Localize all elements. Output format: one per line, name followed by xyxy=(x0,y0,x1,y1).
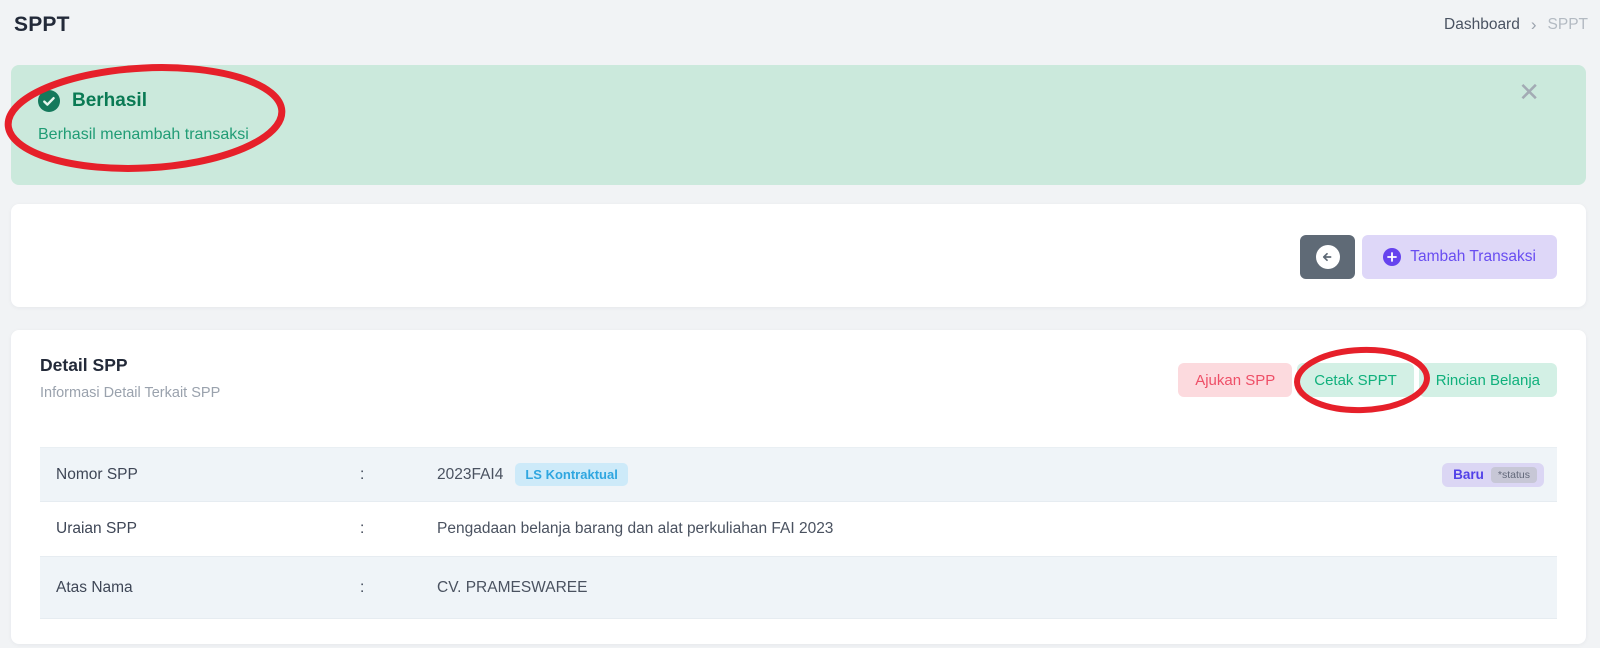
section-subtitle: Informasi Detail Terkait SPP xyxy=(40,385,220,401)
detail-titles: Detail SPP Informasi Detail Terkait SPP xyxy=(40,355,220,401)
back-button[interactable] xyxy=(1300,235,1355,279)
page: SPPT Dashboard › SPPT Berhasil Berhasil … xyxy=(0,0,1600,648)
detail-card: Detail SPP Informasi Detail Terkait SPP … xyxy=(11,330,1586,644)
plus-circle-icon xyxy=(1383,248,1401,266)
row-value: CV. PRAMESWAREE xyxy=(437,579,1557,597)
row-separator: : xyxy=(360,466,437,484)
success-alert: Berhasil Berhasil menambah transaksi ✕ xyxy=(11,65,1586,185)
row-label: Uraian SPP xyxy=(56,520,360,538)
cetak-sppt-button[interactable]: Cetak SPPT xyxy=(1297,363,1414,397)
detail-header: Detail SPP Informasi Detail Terkait SPP … xyxy=(11,330,1586,401)
status-badge-label: Baru xyxy=(1453,467,1484,482)
arrow-left-icon xyxy=(1316,245,1340,269)
detail-table: Nomor SPP : 2023FAI4 LS Kontraktual Baru… xyxy=(40,447,1557,619)
breadcrumb: Dashboard › SPPT xyxy=(1444,15,1588,35)
row-value: 2023FAI4 LS Kontraktual Baru *status xyxy=(437,463,1557,487)
page-title: SPPT xyxy=(14,13,70,37)
row-separator: : xyxy=(360,579,437,597)
status-badge: Baru *status xyxy=(1442,463,1544,487)
table-row: Nomor SPP : 2023FAI4 LS Kontraktual Baru… xyxy=(40,447,1557,502)
check-circle-icon xyxy=(38,90,60,112)
section-title: Detail SPP xyxy=(40,355,220,376)
row-separator: : xyxy=(360,520,437,538)
breadcrumb-current: SPPT xyxy=(1548,16,1588,34)
row-value-text: Pengadaan belanja barang dan alat perkul… xyxy=(437,520,833,538)
row-value-text: 2023FAI4 xyxy=(437,466,503,484)
status-badge-note: *status xyxy=(1491,467,1537,483)
ls-kontraktual-badge: LS Kontraktual xyxy=(515,463,627,486)
row-label: Nomor SPP xyxy=(56,466,360,484)
add-transaction-button[interactable]: Tambah Transaksi xyxy=(1362,235,1557,279)
table-row: Uraian SPP : Pengadaan belanja barang da… xyxy=(40,502,1557,557)
row-label: Atas Nama xyxy=(56,579,360,597)
add-transaction-label: Tambah Transaksi xyxy=(1410,248,1536,266)
alert-message: Berhasil menambah transaksi xyxy=(11,126,1586,144)
alert-header: Berhasil xyxy=(11,65,1586,112)
table-row: Atas Nama : CV. PRAMESWAREE xyxy=(40,557,1557,619)
chevron-right-icon: › xyxy=(1531,15,1537,35)
rincian-belanja-button[interactable]: Rincian Belanja xyxy=(1419,363,1557,397)
alert-title: Berhasil xyxy=(72,90,147,112)
row-value: Pengadaan belanja barang dan alat perkul… xyxy=(437,520,1557,538)
toolbar-buttons: Tambah Transaksi xyxy=(1300,235,1557,279)
breadcrumb-dashboard[interactable]: Dashboard xyxy=(1444,16,1520,34)
toolbar-card: Tambah Transaksi xyxy=(11,204,1586,307)
row-value-text: CV. PRAMESWAREE xyxy=(437,579,587,597)
close-icon[interactable]: ✕ xyxy=(1518,79,1540,105)
detail-actions: Ajukan SPP Cetak SPPT Rincian Belanja xyxy=(1178,363,1557,397)
ajukan-spp-button[interactable]: Ajukan SPP xyxy=(1178,363,1292,397)
page-header: SPPT Dashboard › SPPT xyxy=(14,0,1588,50)
